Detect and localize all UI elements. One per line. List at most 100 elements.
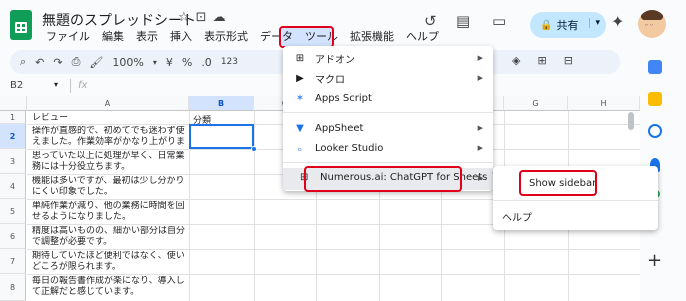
menubar: ファイル 編集 表示 挿入 表示形式 データ ツール 拡張機能 ヘルプ — [40, 30, 445, 44]
currency-button[interactable]: ¥ — [166, 56, 173, 69]
star-icon[interactable]: ☆ — [178, 10, 196, 25]
chevron-down-icon[interactable]: ▾ — [589, 18, 600, 28]
appsheet-label: AppSheet — [315, 122, 364, 134]
merge-icon[interactable]: ⊟ — [564, 54, 581, 67]
search-icon[interactable]: ⌕ — [20, 55, 26, 69]
appsheet-icon: ▼ — [296, 122, 304, 134]
addons-icon: ⊞ — [295, 52, 305, 64]
meet-icon[interactable]: ▭ — [492, 12, 506, 30]
menu-divider — [283, 162, 493, 163]
row-divider — [27, 274, 640, 275]
redo-icon[interactable]: ↷ — [53, 56, 62, 69]
menu-edit[interactable]: 編集 — [96, 30, 130, 44]
fill-handle[interactable] — [251, 146, 257, 152]
submenu-arrow-icon: ▶ — [478, 174, 484, 182]
col-header-a[interactable]: A — [27, 96, 189, 111]
menu-view[interactable]: 表示 — [130, 30, 164, 44]
name-box[interactable]: B2 — [10, 80, 23, 91]
menu-item-appsheet[interactable]: ▼ AppSheet ▶ — [283, 118, 493, 138]
menu-help[interactable]: ヘルプ — [400, 30, 445, 44]
menu-extensions[interactable]: 拡張機能 — [344, 30, 400, 44]
avatar[interactable] — [638, 10, 666, 38]
gemini-icon[interactable]: ✦ — [611, 12, 624, 31]
row-header[interactable]: 2 — [0, 124, 26, 149]
submenu-arrow-icon: ▶ — [477, 74, 483, 82]
share-label: 共有 — [556, 19, 579, 32]
row-header[interactable]: 7 — [0, 249, 26, 274]
row-header[interactable]: 3 — [0, 149, 26, 174]
add-addon-icon[interactable]: + — [647, 250, 662, 271]
col-header-h[interactable]: H — [568, 96, 640, 111]
history-icon[interactable]: ↺ — [424, 12, 437, 30]
menu-file[interactable]: ファイル — [40, 30, 96, 44]
lock-icon: 🔒 — [540, 19, 553, 31]
selected-cell-b2[interactable] — [189, 124, 254, 149]
sheets-logo-icon[interactable] — [10, 10, 32, 40]
extensions-highlight-box — [279, 26, 334, 48]
cell-a5[interactable]: 単純作業が減り、他の業務に時間を回せるようになりました。 — [32, 201, 187, 223]
menu-item-looker-studio[interactable]: ₒ Looker Studio ▶ — [283, 138, 493, 158]
show-sidebar-highlight-box — [519, 170, 597, 196]
cell-a6[interactable]: 精度は高いものの、細かい部分は自分で調整が必要です。 — [32, 226, 187, 248]
menu-divider — [283, 112, 493, 113]
paint-format-icon[interactable]: 🖌 — [89, 56, 103, 69]
cell-a1[interactable]: レビュー — [32, 113, 187, 124]
chevron-down-icon[interactable]: ▾ — [54, 80, 58, 89]
calendar-icon[interactable] — [648, 60, 662, 74]
row-header[interactable]: 6 — [0, 224, 26, 249]
apps-script-label: Apps Script — [315, 92, 372, 104]
apps-script-icon: ✶ — [295, 92, 305, 104]
row-header[interactable]: 5 — [0, 199, 26, 224]
numerous-highlight-box — [304, 166, 462, 192]
menu-divider — [493, 200, 658, 201]
borders-icon[interactable]: ⊞ — [537, 54, 554, 67]
title-actions: ☆⊡☁ — [178, 10, 232, 25]
col-divider — [254, 111, 255, 301]
chevron-down-icon[interactable]: ▾ — [153, 58, 157, 67]
submenu-arrow-icon: ▶ — [477, 124, 483, 132]
menu-item-help[interactable]: ヘルプ — [502, 209, 532, 224]
fill-color-icon[interactable]: ◈ — [512, 54, 528, 67]
menu-format[interactable]: 表示形式 — [198, 30, 254, 44]
move-folder-icon[interactable]: ⊡ — [196, 10, 213, 25]
cell-a3[interactable]: 思っていた以上に処理が早く、日常業務には十分役立ちます。 — [32, 151, 187, 173]
menu-item-macro[interactable]: ▶ マクロ ▶ — [283, 68, 493, 88]
divider — [70, 79, 71, 93]
document-title[interactable]: 無題のスプレッドシート — [42, 10, 196, 30]
cell-a8[interactable]: 毎日の報告書作成が楽になり、導入して正解だと感じています。 — [32, 276, 187, 298]
row-header[interactable]: 4 — [0, 174, 26, 199]
submenu-arrow-icon: ▶ — [477, 144, 483, 152]
fx-icon: fx — [78, 80, 88, 91]
col-header-g[interactable]: G — [504, 96, 568, 111]
share-button[interactable]: 🔒 共有 ▾ — [530, 12, 606, 38]
percent-button[interactable]: % — [182, 56, 192, 69]
menu-item-apps-script[interactable]: ✶ Apps Script — [283, 88, 493, 108]
decimal-button[interactable]: .0 — [201, 56, 212, 69]
row-header[interactable]: 1 — [0, 111, 26, 124]
cell-a7[interactable]: 期待していたほど便利ではなく、使いどころが限られます。 — [32, 251, 187, 273]
cloud-icon: ☁ — [212, 10, 232, 25]
row-divider — [27, 249, 640, 250]
zoom-select[interactable]: 100% — [112, 56, 143, 69]
macro-label: マクロ — [315, 74, 345, 86]
macro-icon: ▶ — [296, 72, 304, 84]
addons-label: アドオン — [315, 54, 355, 66]
submenu-arrow-icon: ▶ — [477, 54, 483, 62]
undo-icon[interactable]: ↶ — [35, 56, 44, 69]
looker-studio-icon: ₒ — [297, 142, 303, 154]
vertical-scrollbar[interactable] — [628, 112, 634, 130]
menu-item-addons[interactable]: ⊞ アドオン ▶ — [283, 48, 493, 68]
row-header[interactable]: 8 — [0, 274, 26, 301]
tasks-icon[interactable] — [648, 124, 662, 138]
cell-a4[interactable]: 機能は多いですが、最初は少し分かりにくい印象でした。 — [32, 176, 187, 198]
cell-a2[interactable]: 操作が直感的で、初めてでも迷わず使えました。作業効率がかなり上がります。 — [32, 126, 187, 148]
col-header-b[interactable]: B — [189, 96, 254, 111]
corner-cell[interactable] — [0, 96, 27, 111]
looker-label: Looker Studio — [315, 142, 384, 154]
keep-icon[interactable] — [648, 92, 662, 106]
menu-insert[interactable]: 挿入 — [164, 30, 198, 44]
toolbar-tail: ◈ ⊞ ⊟ — [512, 54, 590, 67]
number-format-button[interactable]: 123 — [221, 57, 238, 67]
print-icon[interactable]: ⎙ — [72, 55, 81, 69]
comment-icon[interactable]: ▤ — [456, 12, 470, 30]
